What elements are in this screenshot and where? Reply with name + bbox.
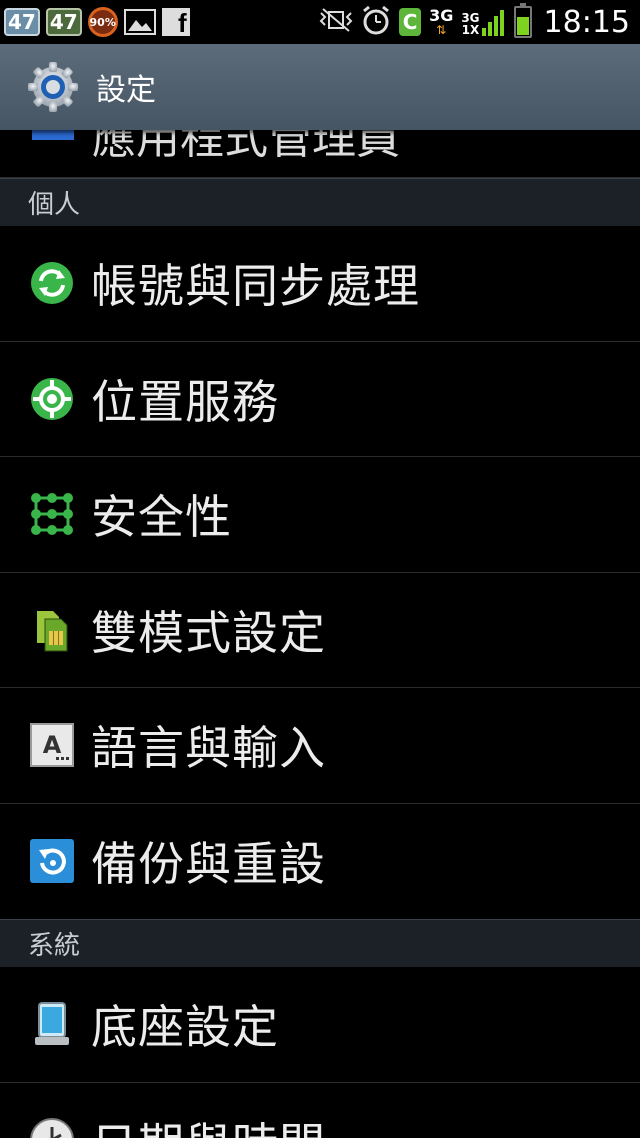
list-item-dock-settings[interactable]: 底座設定 xyxy=(0,967,640,1083)
clock-icon xyxy=(29,1117,75,1138)
battery-saver-90-icon: 90% xyxy=(87,7,118,37)
list-item-label: 帳號與同步處理 xyxy=(91,259,420,314)
network-1x-label: 1X xyxy=(461,23,480,37)
list-item-language-input[interactable]: A 語言與輸入 xyxy=(0,688,640,804)
status-time: 18:15 xyxy=(543,4,630,40)
keyboard-language-icon: A xyxy=(29,722,75,768)
dual-sim-icon xyxy=(29,607,75,653)
page-title: 設定 xyxy=(96,73,156,108)
signal-icon: 3G 1X xyxy=(461,8,505,36)
section-header-personal: 個人 xyxy=(0,178,640,226)
notification-47-icon: 47 xyxy=(4,8,40,36)
list-item-label: 底座設定 xyxy=(91,1000,279,1055)
notification-47-icon: 47 xyxy=(45,8,82,36)
list-item-label: 雙模式設定 xyxy=(91,605,326,660)
list-item-label: 應用程式管理員 xyxy=(92,130,400,164)
settings-gear-icon[interactable] xyxy=(26,60,80,114)
list-item-app-manager[interactable]: 應用程式管理員 xyxy=(0,130,640,178)
list-item-security[interactable]: 安全性 xyxy=(0,457,640,573)
dock-icon xyxy=(29,1001,75,1047)
svg-text:A: A xyxy=(43,731,62,759)
data-arrows-icon: ⇅ xyxy=(436,23,447,37)
battery-icon xyxy=(513,3,532,38)
list-item-backup-reset[interactable]: 備份與重設 xyxy=(0,804,640,920)
list-item-accounts-sync[interactable]: 帳號與同步處理 xyxy=(0,226,640,342)
status-bar[interactable]: 47 47 90% f C 3G ⇅ 3G 1X 18:15 xyxy=(0,0,640,44)
security-pattern-icon xyxy=(29,491,75,537)
sync-icon xyxy=(29,260,75,306)
list-item-label: 語言與輸入 xyxy=(91,721,326,776)
vibrate-icon xyxy=(319,7,353,37)
3g-data-icon: 3G ⇅ xyxy=(429,6,454,37)
list-item-label: 位置服務 xyxy=(91,374,279,429)
section-header-system: 系統 xyxy=(0,919,640,967)
facebook-icon: f xyxy=(161,8,190,36)
backup-reset-icon xyxy=(29,838,75,884)
alarm-icon xyxy=(361,5,391,39)
list-item-label: 日期與時間 xyxy=(91,1109,326,1138)
list-item-date-time[interactable]: 日期與時間 xyxy=(0,1083,640,1138)
action-bar: 設定 xyxy=(0,44,640,130)
carrier-c-icon: C xyxy=(399,8,422,36)
list-item-location-services[interactable]: 位置服務 xyxy=(0,342,640,457)
list-item-label: 安全性 xyxy=(91,490,232,545)
location-icon xyxy=(29,376,75,422)
app-manager-icon xyxy=(32,130,74,140)
list-item-label: 備份與重設 xyxy=(91,837,326,892)
list-item-dual-mode[interactable]: 雙模式設定 xyxy=(0,573,640,688)
network-3g-label: 3G xyxy=(429,6,454,25)
picture-icon xyxy=(123,9,156,35)
settings-list[interactable]: 應用程式管理員 個人 帳號與同步處理 位置服務 安全性 雙模式設定 A 語言與輸… xyxy=(0,130,640,1138)
